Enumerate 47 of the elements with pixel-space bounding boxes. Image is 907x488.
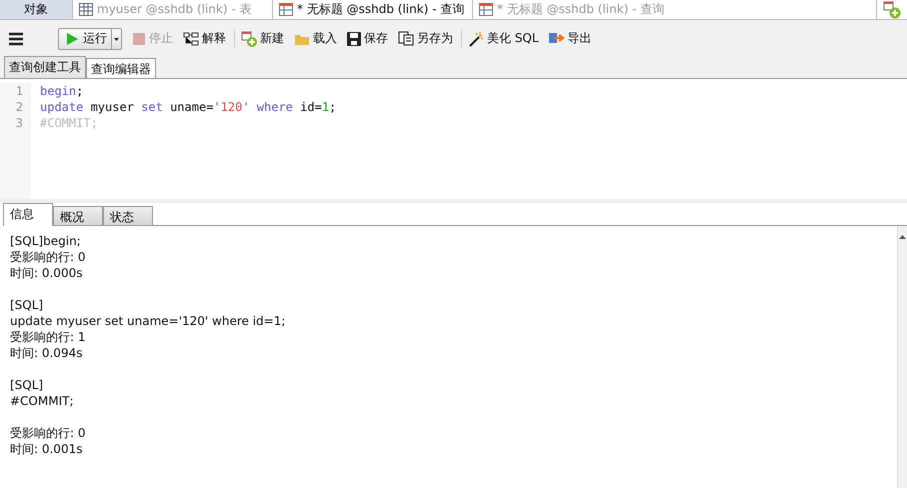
menu-icon[interactable] (8, 32, 24, 46)
message-line: [SQL] (10, 297, 44, 313)
toolbar-button[interactable]: 保存 (343, 30, 392, 47)
query-table-icon (279, 3, 293, 16)
message-line: 时间: 0.000s (10, 265, 84, 281)
toolbar-button[interactable]: 新建 (234, 30, 288, 47)
editor-tab[interactable]: 查询创建工具 (4, 56, 86, 78)
result-tab[interactable]: 概况 (53, 206, 103, 226)
result-tab[interactable]: 信息 (3, 203, 53, 226)
code-line: #COMMIT; (40, 115, 99, 131)
toolbar-button[interactable]: 另存为 (394, 30, 457, 47)
result-tab[interactable]: 状态 (103, 206, 153, 226)
play-icon (65, 32, 79, 46)
toolbar-button[interactable]: 导出 (544, 30, 596, 47)
message-line: 受影响的行: 1 (10, 329, 86, 345)
message-line: [SQL]begin; (10, 233, 82, 249)
message-line: [SQL] (10, 377, 44, 393)
new-icon (241, 30, 257, 46)
export-icon (548, 32, 565, 46)
magic-wand-icon (468, 30, 484, 46)
line-number: 1 (14, 83, 24, 99)
editor-tab[interactable]: 查询编辑器 (86, 58, 156, 78)
scrollbar[interactable] (897, 226, 907, 488)
new-query-icon[interactable] (883, 1, 901, 19)
scroll-up-icon[interactable] (898, 234, 907, 240)
line-number: 3 (14, 115, 24, 131)
stop-icon (132, 32, 146, 46)
dropdown-icon[interactable] (111, 28, 121, 48)
code-line: update myuser set uname='120' where id=1; (40, 99, 336, 115)
table-icon (79, 3, 93, 16)
toolbar-button[interactable]: 美化 SQL (461, 30, 543, 47)
message-line: 受影响的行: 0 (10, 425, 86, 441)
message-line: 受影响的行: 0 (10, 249, 86, 265)
save-icon (347, 32, 361, 46)
message-line: #COMMIT; (10, 393, 74, 409)
copy-icon (398, 31, 414, 46)
run-button[interactable]: 运行 (58, 28, 122, 50)
toolbar-button[interactable]: 解释 (179, 30, 230, 47)
query-table-icon (479, 3, 493, 16)
line-number: 2 (14, 99, 24, 115)
diagram-icon (183, 32, 199, 46)
message-line: update myuser set uname='120' where id=1; (10, 313, 286, 329)
document-tab[interactable]: 对象 (0, 0, 73, 19)
code-line: begin; (40, 83, 84, 99)
message-line: 时间: 0.094s (10, 345, 84, 361)
message-line: 时间: 0.001s (10, 441, 84, 457)
toolbar-button[interactable]: 载入 (290, 30, 341, 47)
